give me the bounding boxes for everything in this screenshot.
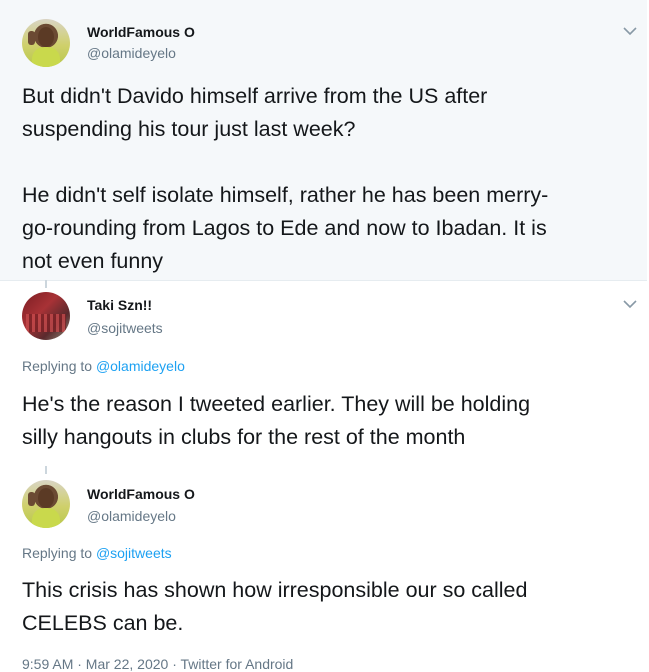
tweet-card[interactable]: WorldFamous O @olamideyelo But didn't Da… <box>0 0 647 281</box>
avatar[interactable] <box>22 292 70 340</box>
avatar-hand-shape <box>28 492 35 506</box>
avatar[interactable] <box>22 480 70 528</box>
display-name[interactable]: WorldFamous O <box>87 486 195 502</box>
tweet-text: But didn't Davido himself arrive from th… <box>22 84 549 273</box>
replying-to: Replying to @sojitweets <box>22 545 172 561</box>
user-handle[interactable]: @sojitweets <box>87 320 163 336</box>
thread-line <box>45 466 47 474</box>
reply-mention-link[interactable]: @sojitweets <box>96 545 172 561</box>
tweet-card[interactable]: WorldFamous O @olamideyelo Replying to @… <box>0 466 647 672</box>
display-name[interactable]: Taki Szn!! <box>87 297 152 313</box>
chevron-down-icon[interactable] <box>622 299 638 309</box>
avatar[interactable] <box>22 19 70 67</box>
avatar-crowd-shape <box>26 314 66 332</box>
tweet-text: This crisis has shown how irresponsible … <box>22 578 528 635</box>
avatar-hand-shape <box>28 31 35 45</box>
avatar-body-shape <box>32 508 60 528</box>
user-handle[interactable]: @olamideyelo <box>87 45 176 61</box>
avatar-head-shape <box>38 488 54 508</box>
replying-to: Replying to @olamideyelo <box>22 358 185 374</box>
user-handle[interactable]: @olamideyelo <box>87 508 176 524</box>
avatar-head-shape <box>38 27 54 47</box>
display-name[interactable]: WorldFamous O <box>87 24 195 40</box>
replying-to-label: Replying to <box>22 358 96 374</box>
tweet-text: He's the reason I tweeted earlier. They … <box>22 392 531 449</box>
tweet-card[interactable]: Taki Szn!! @sojitweets Replying to @olam… <box>0 280 647 458</box>
tweet-timestamp[interactable]: 9:59 AM · Mar 22, 2020 · Twitter for And… <box>22 656 293 672</box>
thread-line <box>45 280 47 288</box>
replying-to-label: Replying to <box>22 545 96 561</box>
avatar-body-shape <box>32 47 60 67</box>
chevron-down-icon[interactable] <box>622 26 638 36</box>
reply-mention-link[interactable]: @olamideyelo <box>96 358 185 374</box>
